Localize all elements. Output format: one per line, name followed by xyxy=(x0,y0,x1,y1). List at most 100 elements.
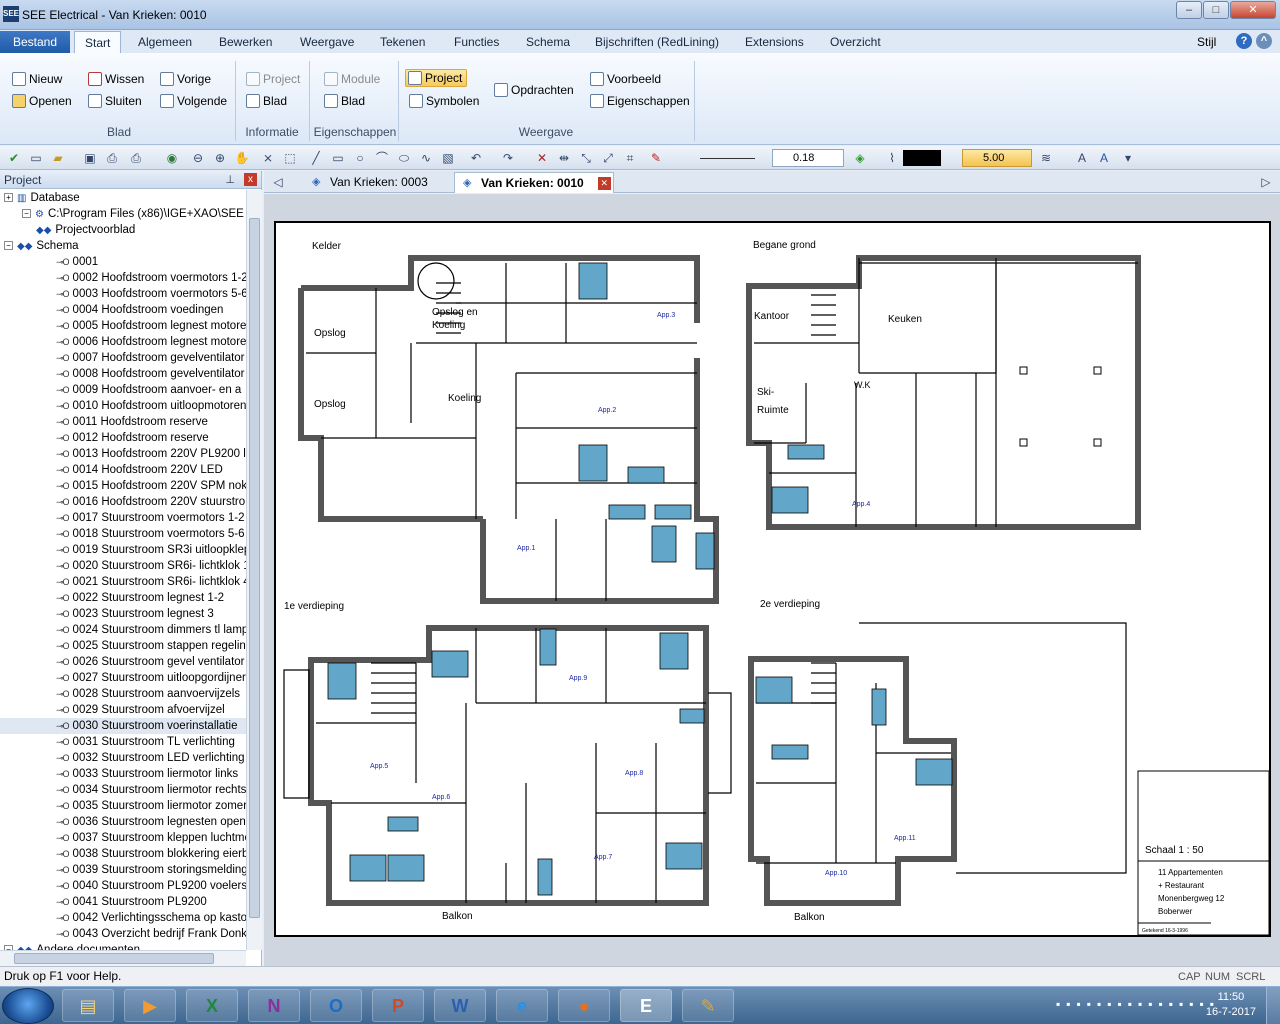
scrollbar-thumb[interactable] xyxy=(249,218,260,918)
tree-item[interactable]: ⊸O 0013 Hoofdstroom 220V PL9200 l xyxy=(0,446,246,462)
open-folder-icon[interactable]: ▰ xyxy=(50,150,66,166)
tree-item[interactable]: ⊸O 0035 Stuurstroom liermotor zomer xyxy=(0,798,246,814)
document-tab[interactable]: ◈ Van Krieken: 0003 xyxy=(304,172,454,193)
tree-item[interactable]: ⊸O 0028 Stuurstroom aanvoervijzels xyxy=(0,686,246,702)
zoom-in-icon[interactable]: ⊕ xyxy=(212,150,228,166)
tree-item[interactable]: ⊸O 0008 Hoofdstroom gevelventilator xyxy=(0,366,246,382)
tab-scroll-right-icon[interactable]: ▷ xyxy=(1258,174,1274,190)
media-player-icon[interactable]: ▶ xyxy=(124,989,176,1022)
pen-color-icon[interactable]: ✎ xyxy=(648,150,664,166)
tree-item[interactable]: ⊸O 0043 Overzicht bedrijf Frank Donk xyxy=(0,926,246,942)
previous-sheet-button[interactable]: Vorige xyxy=(160,70,211,88)
scrollbar-thumb[interactable] xyxy=(14,953,214,964)
line-thickness-select[interactable]: 0.18 xyxy=(772,149,844,167)
tree-item[interactable]: ⊸O 0037 Stuurstroom kleppen luchtme xyxy=(0,830,246,846)
text-style-icon[interactable]: A xyxy=(1074,150,1090,166)
see-electrical-icon[interactable]: E xyxy=(620,989,672,1022)
tree-item[interactable]: + ▥ Database xyxy=(0,190,246,206)
undo-icon[interactable]: ↶ xyxy=(468,150,484,166)
tree-item[interactable]: ⊸O 0038 Stuurstroom blokkering eierb xyxy=(0,846,246,862)
crosshair-icon[interactable]: ⨯ xyxy=(260,150,276,166)
ellipse-tool-icon[interactable]: ⬭ xyxy=(396,150,412,166)
tree-item[interactable]: ⊸O 0039 Stuurstroom storingsmelding xyxy=(0,862,246,878)
tree-item[interactable]: ⊸O 0006 Hoofdstroom legnest motore xyxy=(0,334,246,350)
check-icon[interactable]: ✔ xyxy=(6,150,22,166)
text-rotate-icon[interactable]: A xyxy=(1096,150,1112,166)
text-size-select[interactable]: 5.00 xyxy=(962,149,1032,167)
tree-item[interactable]: ⊸O 0029 Stuurstroom afvoervijzel xyxy=(0,702,246,718)
tree-item[interactable]: ⊸O 0033 Stuurstroom liermotor links xyxy=(0,766,246,782)
properties-view-button[interactable]: Eigenschappen xyxy=(590,92,690,110)
project-info-button[interactable]: Project xyxy=(246,70,300,88)
collapse-ribbon-icon[interactable]: ^ xyxy=(1256,33,1272,49)
onenote-icon[interactable]: N xyxy=(248,989,300,1022)
rotate-icon[interactable]: ⤢ xyxy=(600,150,616,166)
powerpoint-icon[interactable]: P xyxy=(372,989,424,1022)
tree-item[interactable]: ⊸O 0020 Stuurstroom SR6i- lichtklok 1 xyxy=(0,558,246,574)
file-menu-button[interactable]: Bestand xyxy=(0,31,70,53)
close-window-button[interactable]: ✕ xyxy=(1230,1,1276,19)
paint-icon[interactable]: ✎ xyxy=(682,989,734,1022)
tree-item[interactable]: ⊸O 0034 Stuurstroom liermotor rechts xyxy=(0,782,246,798)
next-sheet-button[interactable]: Volgende xyxy=(160,92,227,110)
hatch-tool-icon[interactable]: ▧ xyxy=(440,150,456,166)
zoom-out-icon[interactable]: ⊖ xyxy=(190,150,206,166)
tree-item[interactable]: ⊸O 0015 Hoofdstroom 220V SPM nok xyxy=(0,478,246,494)
tree-item[interactable]: ⊸O 0003 Hoofdstroom voermotors 5-6 xyxy=(0,286,246,302)
pin-icon[interactable]: ⊥ xyxy=(225,171,235,189)
fill-color-swatch[interactable] xyxy=(903,150,941,166)
redo-icon[interactable]: ↷ xyxy=(500,150,516,166)
tree-item[interactable]: ⊸O 0021 Stuurstroom SR6i- lichtklok 4 xyxy=(0,574,246,590)
expand-toggle-icon[interactable]: − xyxy=(4,241,13,251)
help-icon[interactable]: ? xyxy=(1236,33,1252,49)
tree-item[interactable]: ⊸O 0036 Stuurstroom legnesten open xyxy=(0,814,246,830)
expand-toggle-icon[interactable]: + xyxy=(4,193,13,203)
tab-schema[interactable]: Schema xyxy=(526,31,570,53)
tree-item[interactable]: ⊸O 0022 Stuurstroom legnest 1-2 xyxy=(0,590,246,606)
tree-item[interactable]: ⊸O 0042 Verlichtingsschema op kasto xyxy=(0,910,246,926)
stretch-icon[interactable]: ⤡ xyxy=(578,150,594,166)
pan-hand-icon[interactable]: ✋ xyxy=(234,150,250,166)
tree-item[interactable]: ⊸O 0012 Hoofdstroom reserve xyxy=(0,430,246,446)
tree-item[interactable]: ⊸O 0001 xyxy=(0,254,246,270)
delete-sheet-button[interactable]: Wissen xyxy=(88,70,144,88)
clock[interactable]: 11:50 16-7-2017 xyxy=(1206,990,1256,1020)
rectangle-tool-icon[interactable]: ▭ xyxy=(330,150,346,166)
tab-tekenen[interactable]: Tekenen xyxy=(380,31,425,53)
line-style-sample[interactable] xyxy=(700,158,755,159)
tree-item[interactable]: ⊸O 0011 Hoofdstroom reserve xyxy=(0,414,246,430)
tab-bijschriften[interactable]: Bijschriften (RedLining) xyxy=(595,31,719,53)
tree-item[interactable]: ⊸O 0005 Hoofdstroom legnest motore xyxy=(0,318,246,334)
expand-toggle-icon[interactable]: − xyxy=(22,209,31,219)
module-properties-button[interactable]: Module xyxy=(324,70,380,88)
sheet-properties-button[interactable]: Blad xyxy=(324,92,365,110)
symbols-view-button[interactable]: Symbolen xyxy=(409,92,479,110)
tree-item[interactable]: ⊸O 0016 Hoofdstroom 220V stuurstro xyxy=(0,494,246,510)
tab-algemeen[interactable]: Algemeen xyxy=(138,31,192,53)
tree-item[interactable]: ⊸O 0024 Stuurstroom dimmers tl lamp xyxy=(0,622,246,638)
minimize-button[interactable]: – xyxy=(1176,1,1202,19)
tree-item[interactable]: ⊸O 0014 Hoofdstroom 220V LED xyxy=(0,462,246,478)
arc-tool-icon[interactable]: ⌒ xyxy=(374,150,390,166)
delete-element-icon[interactable]: ✕ xyxy=(534,150,550,166)
save-icon[interactable]: ▣ xyxy=(82,150,98,166)
print-icon[interactable]: ⎙ xyxy=(128,150,144,166)
globe-icon[interactable]: ◉ xyxy=(164,150,180,166)
explorer-icon[interactable]: ▤ xyxy=(62,989,114,1022)
tab-extensions[interactable]: Extensions xyxy=(745,31,804,53)
firefox-icon[interactable]: ● xyxy=(558,989,610,1022)
tree-vertical-scrollbar[interactable] xyxy=(246,190,262,950)
open-sheet-button[interactable]: Openen xyxy=(12,92,72,110)
tree-item[interactable]: ⊸O 0010 Hoofdstroom uitloopmotoren xyxy=(0,398,246,414)
drawing-sheet[interactable]: Kelder Begane grond 1e verdieping 2e ver… xyxy=(274,221,1271,937)
commands-view-button[interactable]: Opdrachten xyxy=(494,81,574,99)
print-preview-icon[interactable]: ⎙ xyxy=(104,150,120,166)
start-button[interactable] xyxy=(2,988,54,1024)
move-icon[interactable]: ⇹ xyxy=(556,150,572,166)
close-tab-icon[interactable]: ✕ xyxy=(597,177,611,191)
select-window-icon[interactable]: ⬚ xyxy=(282,150,298,166)
tree-item[interactable]: ⊸O 0007 Hoofdstroom gevelventilator xyxy=(0,350,246,366)
new-sheet-button[interactable]: Nieuw xyxy=(12,70,62,88)
document-tab-active[interactable]: ◈ Van Krieken: 0010 ✕ xyxy=(454,172,614,193)
brush-icon[interactable]: ⌇ xyxy=(884,150,900,166)
